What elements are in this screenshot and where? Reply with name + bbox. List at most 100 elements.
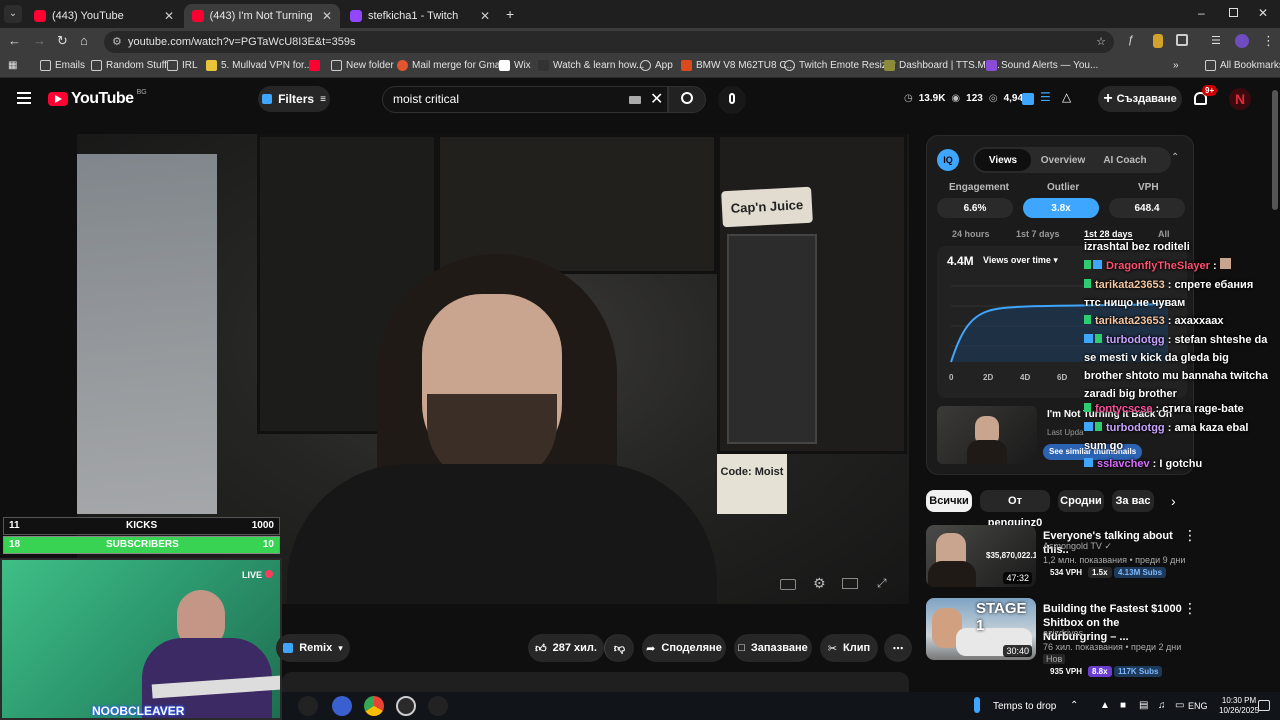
tab-youtube-home[interactable]: (443) YouTube ✕: [26, 4, 182, 28]
extension-icon[interactable]: [1153, 34, 1163, 48]
close-window-icon[interactable]: ✕: [1258, 6, 1268, 20]
bookmark-item[interactable]: BMW V8 M62TU8 C...: [681, 60, 795, 71]
clear-search-icon[interactable]: ✕: [650, 87, 663, 112]
chart-dropdown[interactable]: Views over time ▾: [983, 255, 1058, 266]
bookmark-item[interactable]: IRL: [167, 60, 198, 71]
tab-overview[interactable]: Overview: [1035, 149, 1091, 171]
taskbar-app-icon[interactable]: [298, 696, 318, 716]
account-avatar[interactable]: N: [1229, 88, 1251, 110]
bookmark-item[interactable]: Mail merge for Gma...: [397, 60, 509, 71]
forward-icon[interactable]: →: [33, 33, 46, 48]
hamburger-menu-icon[interactable]: [17, 92, 31, 104]
bookmark-star-icon[interactable]: ☆: [1096, 31, 1106, 53]
tray-icon[interactable]: ▲: [1100, 700, 1110, 711]
range-7d[interactable]: 1st 7 days: [1016, 229, 1060, 239]
tab-twitch[interactable]: stefkicha1 - Twitch ✕: [342, 4, 498, 28]
keyboard-icon[interactable]: [629, 96, 641, 104]
chip-for-you[interactable]: За вас: [1112, 490, 1154, 512]
bookmark-item[interactable]: Twitch Emote Resizer: [784, 60, 896, 71]
notification-center-icon[interactable]: [1258, 700, 1270, 711]
search-input[interactable]: moist critical ✕: [382, 86, 668, 113]
taskbar-app-icon[interactable]: [428, 696, 448, 716]
trophy-icon[interactable]: △: [1062, 90, 1071, 104]
bookmark-item[interactable]: Emails: [40, 60, 85, 71]
tray-icon[interactable]: ■: [1120, 700, 1126, 711]
chip-related[interactable]: Сродни: [1058, 490, 1104, 512]
recommended-video[interactable]: $35,870,022.16 47:32 Everyone's talking …: [926, 525, 1276, 591]
tab-views[interactable]: Views: [975, 149, 1031, 171]
tab-ai-coach[interactable]: AI Coach: [1097, 149, 1153, 171]
bookmark-item[interactable]: 5. Mullvad VPN for...: [206, 60, 312, 71]
bookmark-item[interactable]: Random Stuff: [91, 60, 167, 71]
save-button[interactable]: □ Запазване: [734, 634, 812, 662]
language-indicator[interactable]: ENG: [1188, 701, 1208, 711]
media-icon[interactable]: ☰: [1211, 34, 1221, 47]
bookmark-item[interactable]: Watch & learn how...: [538, 60, 644, 71]
profile-avatar[interactable]: [1235, 34, 1249, 48]
network-icon[interactable]: ▤: [1139, 700, 1148, 711]
volume-icon[interactable]: ♫: [1158, 700, 1166, 711]
home-icon[interactable]: ⌂: [80, 33, 88, 48]
bookmark-item[interactable]: App: [640, 60, 673, 71]
more-bookmarks-icon[interactable]: »: [1173, 60, 1179, 71]
back-icon[interactable]: ←: [8, 33, 21, 48]
tab-youtube-video[interactable]: (443) I'm Not Turning It Back O ✕: [184, 4, 340, 28]
chip-all[interactable]: Всички: [926, 490, 972, 512]
reload-icon[interactable]: ↻: [57, 33, 68, 49]
minimize-icon[interactable]: –: [1198, 6, 1205, 20]
miniplayer-icon[interactable]: [842, 578, 858, 589]
restore-icon[interactable]: [1229, 8, 1238, 17]
bookmark-item[interactable]: Wix: [499, 60, 531, 71]
list-icon[interactable]: ☰: [1040, 90, 1051, 104]
range-all[interactable]: All: [1158, 229, 1170, 239]
captions-icon[interactable]: [780, 579, 796, 590]
clock[interactable]: 10:30 PM 10/26/2025: [1219, 696, 1259, 716]
tray-chevron-icon[interactable]: ⌃: [1070, 700, 1078, 711]
obs-icon[interactable]: [396, 696, 416, 716]
close-tab-icon[interactable]: ✕: [322, 9, 332, 23]
channel-name[interactable]: azizdrives: [1043, 628, 1083, 638]
filters-button[interactable]: Filters ≡: [258, 86, 330, 112]
bookmark-item[interactable]: Dashboard | TTS.Mo...: [884, 60, 1000, 71]
tab-search-icon[interactable]: ⌄: [4, 5, 22, 23]
video-thumbnail[interactable]: STAGE 1 30:40: [926, 598, 1036, 660]
close-tab-icon[interactable]: ✕: [480, 9, 490, 23]
apps-icon[interactable]: ▦: [8, 60, 17, 71]
new-tab-icon[interactable]: +: [506, 6, 514, 22]
recommended-video[interactable]: STAGE 1 30:40 Building the Fastest $1000…: [926, 598, 1276, 677]
extensions-puzzle-icon[interactable]: [1176, 34, 1188, 46]
more-options-icon[interactable]: ⋮: [1183, 600, 1197, 617]
taskbar-app-icon[interactable]: [332, 696, 352, 716]
menu-icon[interactable]: ⋮: [1262, 33, 1275, 49]
fullscreen-icon[interactable]: ⤢: [877, 576, 887, 591]
bookmark-item[interactable]: [309, 60, 320, 71]
remix-button[interactable]: Remix ▾: [276, 634, 350, 662]
chrome-icon[interactable]: [364, 696, 384, 716]
voice-search-button[interactable]: [718, 86, 746, 114]
extension-icon[interactable]: ƒ: [1128, 34, 1134, 46]
vidiq-icon[interactable]: [1022, 93, 1034, 105]
settings-icon[interactable]: ⚙: [813, 575, 826, 592]
collapse-icon[interactable]: ⌃: [1171, 152, 1179, 163]
search-button[interactable]: [668, 86, 706, 113]
close-tab-icon[interactable]: ✕: [164, 9, 174, 23]
clip-button[interactable]: ✂ Клип: [820, 634, 878, 662]
all-bookmarks[interactable]: All Bookmarks: [1205, 60, 1280, 71]
site-info-icon[interactable]: ⚙: [112, 31, 122, 53]
share-button[interactable]: ➦ Споделяне: [642, 634, 726, 662]
more-options-icon[interactable]: ⋮: [1183, 527, 1197, 544]
more-actions-button[interactable]: ⋯: [884, 634, 912, 662]
bookmark-item[interactable]: Sound Alerts — You...: [986, 60, 1098, 71]
weather-text[interactable]: Temps to drop: [993, 701, 1056, 712]
video-thumbnail[interactable]: $35,870,022.16 47:32: [926, 525, 1036, 587]
bookmark-item[interactable]: New folder: [331, 60, 394, 71]
channel-name[interactable]: Asmongold TV ✓: [1043, 541, 1112, 552]
chevron-right-icon[interactable]: ›: [1171, 493, 1176, 509]
chip-from-channel[interactable]: От penguinz0: [980, 490, 1050, 529]
dislike-button[interactable]: 👎︎: [604, 634, 634, 662]
range-28d[interactable]: 1st 28 days: [1084, 229, 1133, 240]
battery-icon[interactable]: ▭: [1175, 700, 1184, 711]
youtube-logo[interactable]: YouTube BG: [48, 89, 147, 108]
notifications-button[interactable]: 9+: [1194, 85, 1218, 109]
similar-video-thumb[interactable]: [937, 406, 1037, 464]
